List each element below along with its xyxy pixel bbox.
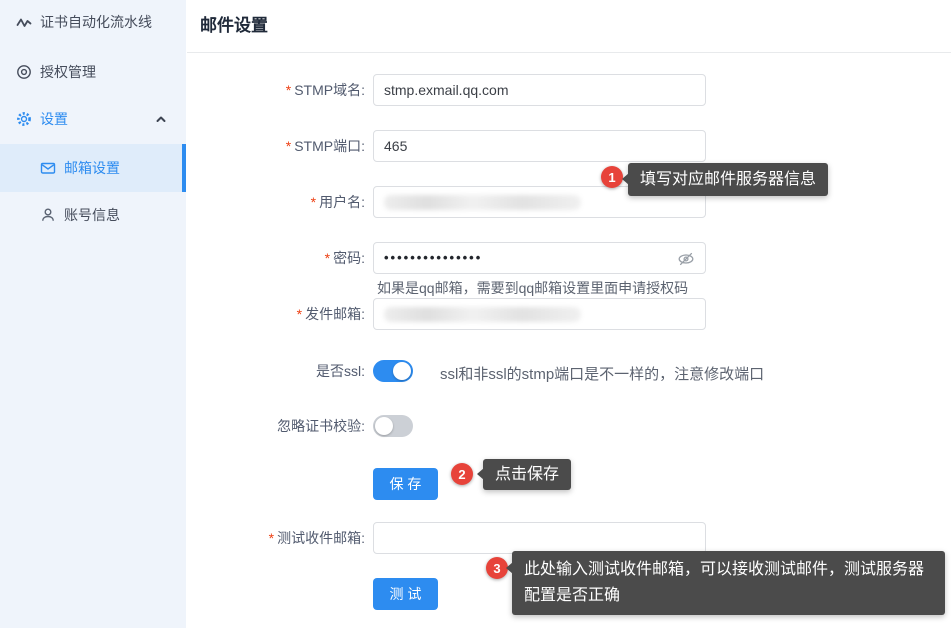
toggle-knob — [393, 362, 411, 380]
password-hint: 如果是qq邮箱，需要到qq邮箱设置里面申请授权码 — [377, 278, 688, 298]
sidebar-item-mailbox-settings[interactable]: 邮箱设置 — [0, 144, 186, 192]
tooltip-arrow — [622, 173, 629, 185]
redacted-value — [384, 195, 581, 210]
sender-email-label: *发件邮箱: — [190, 298, 365, 330]
save-button[interactable]: 保 存 — [373, 468, 438, 500]
required-marker: * — [269, 530, 274, 546]
password-label: *密码: — [190, 242, 365, 274]
annotation-badge-1: 1 — [601, 166, 623, 188]
required-marker: * — [286, 82, 291, 98]
required-marker: * — [286, 138, 291, 154]
chevron-up-icon[interactable] — [154, 112, 168, 126]
tooltip-arrow — [506, 562, 513, 574]
smtp-domain-input[interactable] — [373, 74, 706, 106]
annotation-tooltip-2: 点击保存 — [483, 459, 571, 490]
email-settings-page: 证书自动化流水线 授权管理 设置 邮箱设置 — [0, 0, 951, 628]
title-divider — [187, 52, 951, 53]
user-icon — [40, 207, 56, 223]
test-email-label: *测试收件邮箱: — [190, 522, 365, 554]
ssl-hint: ssl和非ssl的stmp端口是不一样的，注意修改端口 — [440, 363, 764, 384]
envelope-icon — [40, 160, 56, 176]
password-input[interactable]: ••••••••••••••• — [373, 242, 706, 274]
sidebar-item-settings[interactable]: 设置 — [0, 104, 186, 134]
sidebar-item-cert-pipeline[interactable]: 证书自动化流水线 — [0, 8, 186, 36]
required-marker: * — [297, 306, 302, 322]
sender-email-input[interactable] — [373, 298, 706, 330]
target-icon — [16, 64, 32, 80]
pulse-line-icon — [16, 14, 32, 30]
ignore-cert-label: 忽略证书校验: — [190, 410, 365, 442]
annotation-tooltip-1: 填写对应邮件服务器信息 — [628, 163, 828, 196]
required-marker: * — [325, 250, 330, 266]
sidebar: 证书自动化流水线 授权管理 设置 邮箱设置 — [0, 0, 186, 628]
sidebar-item-label: 设置 — [40, 109, 68, 129]
eye-off-icon[interactable] — [677, 250, 695, 268]
password-masked-value: ••••••••••••••• — [384, 250, 482, 265]
sidebar-item-label: 邮箱设置 — [64, 158, 120, 178]
sidebar-item-label: 账号信息 — [64, 205, 120, 225]
sidebar-item-account-info[interactable]: 账号信息 — [0, 201, 186, 229]
ssl-label: 是否ssl: — [190, 355, 365, 387]
smtp-domain-label: *STMP域名: — [190, 74, 365, 106]
username-label: *用户名: — [190, 186, 365, 218]
annotation-badge-3: 3 — [486, 557, 508, 579]
test-button[interactable]: 测 试 — [373, 578, 438, 610]
sidebar-item-label: 证书自动化流水线 — [40, 12, 152, 32]
ignore-cert-toggle[interactable] — [373, 415, 413, 437]
sidebar-item-authorization[interactable]: 授权管理 — [0, 58, 186, 86]
page-title: 邮件设置 — [200, 0, 268, 52]
test-email-input[interactable] — [373, 522, 706, 554]
smtp-port-label: *STMP端口: — [190, 130, 365, 162]
toggle-knob — [375, 417, 393, 435]
ssl-toggle[interactable] — [373, 360, 413, 382]
annotation-tooltip-3: 此处输入测试收件邮箱，可以接收测试邮件，测试服务器配置是否正确 — [512, 551, 945, 615]
redacted-value — [384, 307, 581, 322]
required-marker: * — [311, 194, 316, 210]
sidebar-item-label: 授权管理 — [40, 62, 96, 82]
smtp-port-input[interactable] — [373, 130, 706, 162]
annotation-badge-2: 2 — [451, 463, 473, 485]
gear-icon — [16, 111, 32, 127]
tooltip-arrow — [477, 468, 484, 480]
